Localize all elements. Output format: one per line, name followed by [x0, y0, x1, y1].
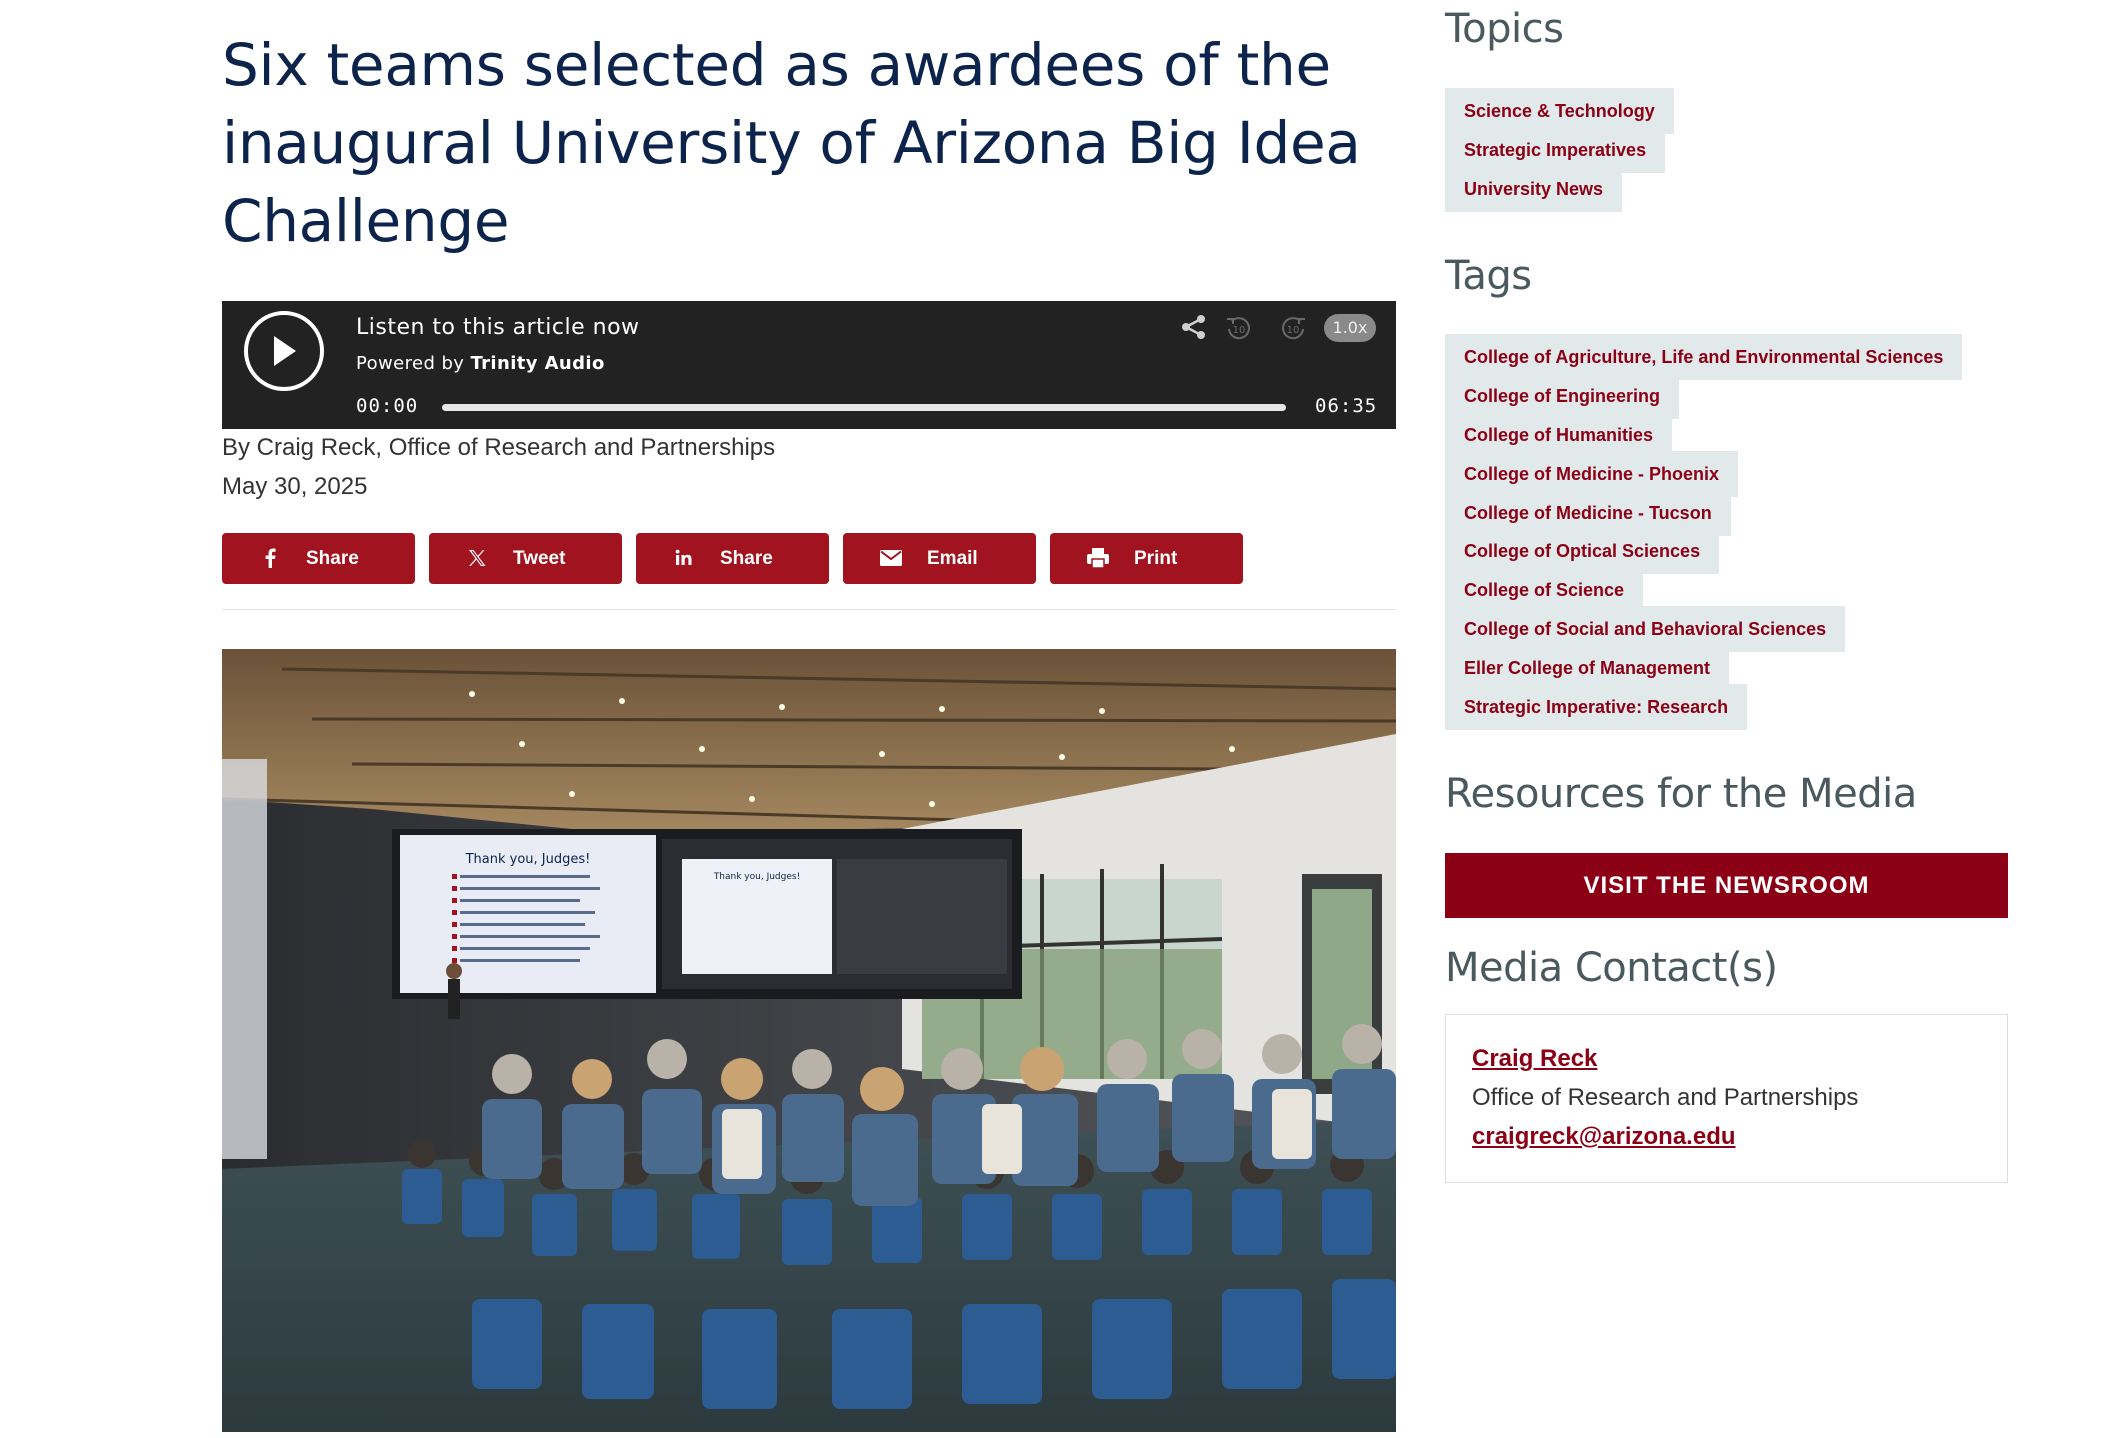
share-audio-button[interactable] [1180, 313, 1208, 346]
linkedin-share-button[interactable]: Share [636, 533, 829, 584]
tags-heading: Tags [1445, 253, 1532, 299]
skip-back-button[interactable]: 10 [1224, 313, 1254, 348]
rewind-10-icon: 10 [1227, 317, 1250, 340]
share-button-label: Share [306, 548, 359, 569]
powered-prefix: Powered by [356, 353, 465, 374]
playback-speed-button[interactable]: 1.0x [1324, 314, 1376, 342]
article-photo: Thank you, Judges! Thank you, Judges! [222, 649, 1396, 1432]
print-button[interactable]: Print [1050, 533, 1243, 584]
facebook-icon [258, 546, 282, 570]
progress-bar[interactable] [442, 404, 1286, 411]
print-button-label: Print [1134, 548, 1178, 569]
skip-forward-label: 10 [1287, 325, 1300, 336]
conference-room-photo: Thank you, Judges! Thank you, Judges! [222, 649, 1396, 1432]
tweet-button-label: Tweet [513, 548, 566, 569]
article-title: Six teams selected as awardees of the in… [222, 31, 1361, 255]
media-contact-card: Craig Reck Office of Research and Partne… [1445, 1014, 2008, 1183]
topics-heading: Topics [1445, 6, 1564, 52]
printer-icon [1086, 546, 1110, 570]
byline: By Craig Reck, Office of Research and Pa… [222, 434, 776, 461]
x-twitter-icon [465, 546, 489, 570]
screen-right-heading: Thank you, Judges! [713, 872, 800, 882]
email-share-button[interactable]: Email [843, 533, 1036, 584]
divider [222, 609, 1396, 610]
visit-newsroom-button[interactable]: VISIT THE NEWSROOM [1445, 853, 2008, 918]
duration: 06:35 [1315, 395, 1378, 417]
share-icon [1182, 315, 1205, 339]
forward-10-icon: 10 [1282, 317, 1305, 340]
contact-org: Office of Research and Partnerships [1472, 1084, 1859, 1111]
topic-tag[interactable]: University News [1445, 166, 1623, 212]
media-contacts-heading: Media Contact(s) [1445, 945, 1778, 991]
play-button[interactable] [244, 311, 324, 391]
listen-text: Listen to this article now [356, 315, 640, 340]
linkedin-button-label: Share [720, 548, 773, 569]
linkedin-icon [672, 546, 696, 570]
tweet-button[interactable]: Tweet [429, 533, 622, 584]
powered-brand: Trinity Audio [470, 353, 605, 374]
skip-back-label: 10 [1233, 325, 1246, 336]
screen-left-heading: Thank you, Judges! [465, 852, 591, 867]
publish-date: May 30, 2025 [222, 473, 368, 500]
email-button-label: Email [927, 548, 978, 569]
powered-by: Powered by Trinity Audio [356, 353, 605, 374]
play-icon [274, 336, 296, 366]
facebook-share-button[interactable]: Share [222, 533, 415, 584]
contact-name-link[interactable]: Craig Reck [1472, 1045, 1597, 1073]
audio-player: Listen to this article now Powered by Tr… [222, 301, 1396, 429]
skip-forward-button[interactable]: 10 [1278, 313, 1308, 348]
tag-chip[interactable]: Strategic Imperative: Research [1445, 684, 1748, 730]
current-time: 00:00 [356, 395, 419, 417]
contact-email-link[interactable]: craigreck@arizona.edu [1472, 1123, 1736, 1151]
media-resources-heading: Resources for the Media [1445, 771, 1917, 817]
email-icon [879, 546, 903, 570]
